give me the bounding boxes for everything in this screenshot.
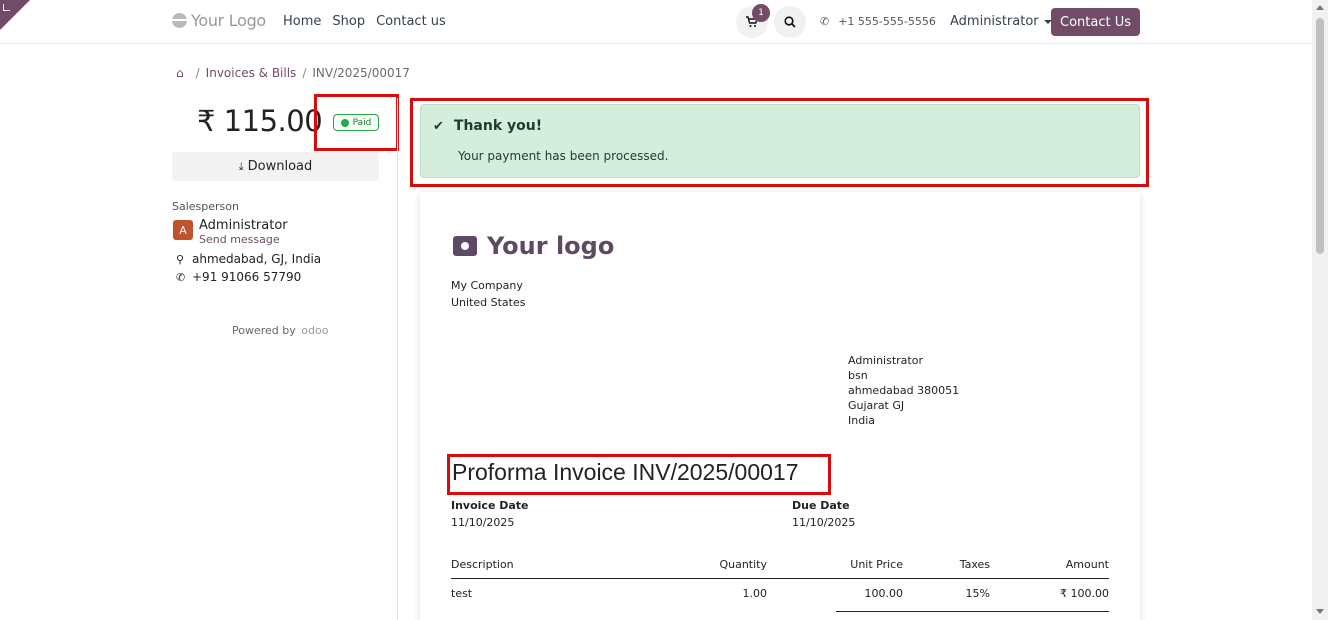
breadcrumb-invoices[interactable]: Invoices & Bills: [206, 66, 297, 80]
download-label: Download: [247, 159, 313, 174]
salesperson-address: ⚲ ahmedabad, GJ, India: [176, 252, 321, 266]
send-message-link[interactable]: Send message: [199, 233, 280, 246]
company-logo-text: Your logo: [487, 232, 615, 260]
salesperson-label: Salesperson: [172, 200, 239, 213]
camera-icon: [453, 236, 477, 256]
column-header-unit-price: Unit Price: [767, 558, 903, 579]
invoice-date-value: 11/10/2025: [451, 516, 515, 529]
breadcrumb: ⌂ / Invoices & Bills / INV/2025/00017: [176, 66, 410, 80]
highlight-box-alert: [410, 98, 1149, 187]
column-header-quantity: Quantity: [651, 558, 767, 579]
salesperson-phone-text: +91 91066 57790: [192, 270, 302, 284]
search-icon: [784, 16, 796, 28]
contact-us-button[interactable]: Contact Us: [1051, 8, 1140, 36]
customer-line: India: [848, 414, 875, 427]
brand-logo[interactable]: Your Logo: [172, 11, 266, 30]
nav-link-contact[interactable]: Contact us: [376, 14, 446, 29]
nav-link-home[interactable]: Home: [283, 14, 321, 29]
nav-link-shop[interactable]: Shop: [332, 14, 365, 29]
phone-icon: ✆: [820, 15, 830, 28]
user-menu-label: Administrator: [950, 14, 1039, 29]
due-date-block: Due Date 11/10/2025: [792, 499, 855, 529]
corner-ribbon-icon: [3, 4, 10, 11]
powered-by-label: Powered by: [232, 324, 296, 337]
home-icon[interactable]: ⌂: [176, 66, 184, 80]
customer-address: Administrator bsn ahmedabad 380051 Gujar…: [848, 353, 959, 428]
salesperson-address-text: ahmedabad, GJ, India: [192, 252, 322, 266]
line-unit-price: 100.00: [864, 587, 904, 600]
due-date-value: 11/10/2025: [792, 516, 856, 529]
due-date-label: Due Date: [792, 499, 850, 512]
page-scrollbar[interactable]: [1312, 0, 1328, 620]
breadcrumb-separator: /: [195, 66, 200, 80]
column-divider: [397, 98, 398, 620]
top-navbar: Your Logo Home Shop Contact us 1 ✆ +1 55…: [0, 0, 1312, 44]
header-phone-number: +1 555-555-5556: [838, 15, 936, 28]
invoice-total: ₹ 115.00: [197, 104, 323, 138]
scroll-up-icon[interactable]: [1316, 5, 1324, 10]
highlight-box-status: [314, 94, 399, 151]
cart-count-badge: 1: [752, 4, 770, 22]
invoice-document: Your logo My Company United States Admin…: [420, 192, 1140, 620]
breadcrumb-current: INV/2025/00017: [312, 66, 410, 80]
avatar: A: [173, 220, 193, 240]
scrollbar-thumb[interactable]: [1316, 18, 1324, 254]
salesperson-name: Administrator: [199, 218, 288, 233]
customer-line: Administrator: [848, 354, 923, 367]
download-icon: ⤓: [238, 159, 244, 173]
column-header-description: Description: [451, 558, 651, 579]
brand-text: Your Logo: [191, 11, 266, 30]
download-button[interactable]: ⤓ Download: [172, 152, 379, 181]
user-menu[interactable]: Administrator: [950, 14, 1052, 29]
nav-links: Home Shop Contact us: [283, 14, 457, 29]
invoice-lines-table: Description Quantity Unit Price Taxes Am…: [451, 558, 1109, 607]
line-taxes: 15%: [965, 587, 990, 600]
customer-line: ahmedabad 380051: [848, 384, 960, 397]
salesperson-phone[interactable]: ✆ +91 91066 57790: [176, 270, 301, 284]
breadcrumb-separator: /: [302, 66, 307, 80]
invoice-date-block: Invoice Date 11/10/2025: [451, 499, 529, 529]
customer-line: Gujarat GJ: [848, 399, 905, 412]
header-phone[interactable]: ✆ +1 555-555-5556: [820, 15, 936, 28]
subtotal-rule: [836, 611, 1109, 612]
search-button[interactable]: [774, 6, 806, 38]
table-row: test 1.00 100.00 15% ₹ 100.00: [451, 579, 1109, 608]
invoice-date-label: Invoice Date: [451, 499, 529, 512]
logo-icon: [172, 13, 187, 28]
line-quantity: 1.00: [742, 587, 768, 600]
highlight-box-title: [447, 454, 831, 495]
scroll-down-icon[interactable]: [1316, 609, 1324, 614]
company-logo: Your logo: [453, 222, 633, 270]
map-marker-icon: ⚲: [176, 252, 185, 266]
odoo-logo[interactable]: odoo: [301, 324, 328, 337]
company-country: United States: [451, 296, 526, 309]
column-header-amount: Amount: [990, 558, 1109, 579]
company-name: My Company: [451, 279, 523, 292]
phone-icon: ✆: [176, 270, 186, 284]
powered-by: Powered by odoo: [232, 324, 328, 337]
line-description: test: [451, 587, 473, 600]
line-amount: ₹ 100.00: [1060, 587, 1109, 600]
table-header-row: Description Quantity Unit Price Taxes Am…: [451, 558, 1109, 579]
company-address: My Company United States: [451, 277, 526, 311]
column-header-taxes: Taxes: [903, 558, 990, 579]
customer-line: bsn: [848, 369, 868, 382]
